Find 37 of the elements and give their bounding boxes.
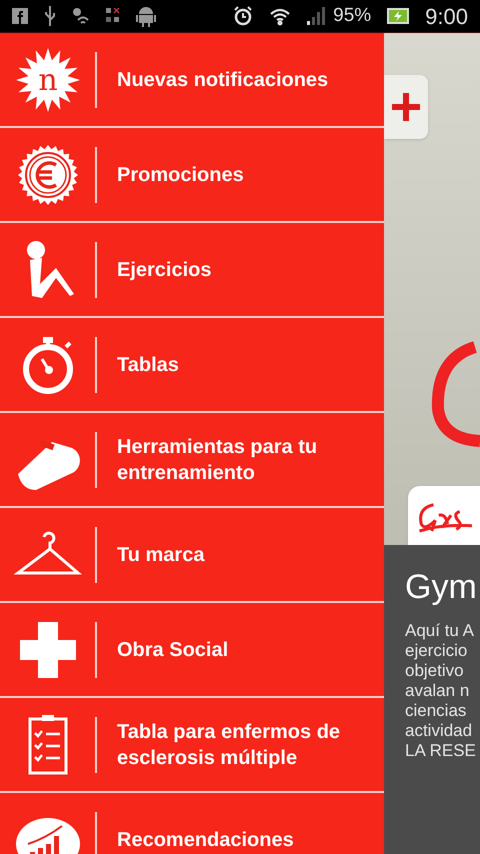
menu-item[interactable]: Promociones [0,128,384,223]
clock-time: 9:00 [425,2,468,30]
menu-item[interactable]: Obra Social [0,603,384,698]
alarm-clock-icon [233,6,254,26]
wifi-key-icon [72,7,90,25]
android-icon [136,5,156,27]
usb-icon [44,6,56,26]
menu-item[interactable]: Recomendaciones [0,793,384,854]
menu-label: Tu marca [117,542,206,568]
menu-label: Recomendaciones [117,828,295,852]
menu-item[interactable]: Herramientas para tu entrenamiento [0,413,384,508]
menu-label: Nuevas notificaciones [117,68,330,92]
description-line: actividad [405,721,474,741]
panel-title: Gym [405,567,478,608]
facebook-icon [12,8,28,24]
menu-label: Tabla para enfermos de esclerosis múltiple [117,720,342,770]
menu-item[interactable]: Tablas [0,318,384,413]
wifi-icon [269,6,292,26]
battery-charging-icon [387,8,410,24]
cross-bookmark-tab[interactable] [384,75,428,139]
menu-item[interactable]: n Nuevas notificaciones [0,33,384,128]
plus-icon [392,93,420,121]
menu-item[interactable]: Ejercicios [0,223,384,318]
menu-label: Ejercicios [117,258,213,282]
description-line: Aquí tu A [405,621,475,641]
battery-percent: 95% [333,4,372,28]
description-line: LA RESE [405,741,477,761]
signal-icon [307,7,328,25]
menu-label: Tablas [117,352,180,378]
description-line: ciencias [405,701,468,721]
menu-label: Herramientas para tu entrenamiento [117,434,318,486]
menu-label: Obra Social [117,638,230,662]
description-line: objetivo [405,661,465,681]
description-line: ejercicio [405,641,468,661]
grid-icon [106,8,120,24]
description-line: avalan n [405,681,470,701]
menu-label: Promociones [117,162,245,188]
